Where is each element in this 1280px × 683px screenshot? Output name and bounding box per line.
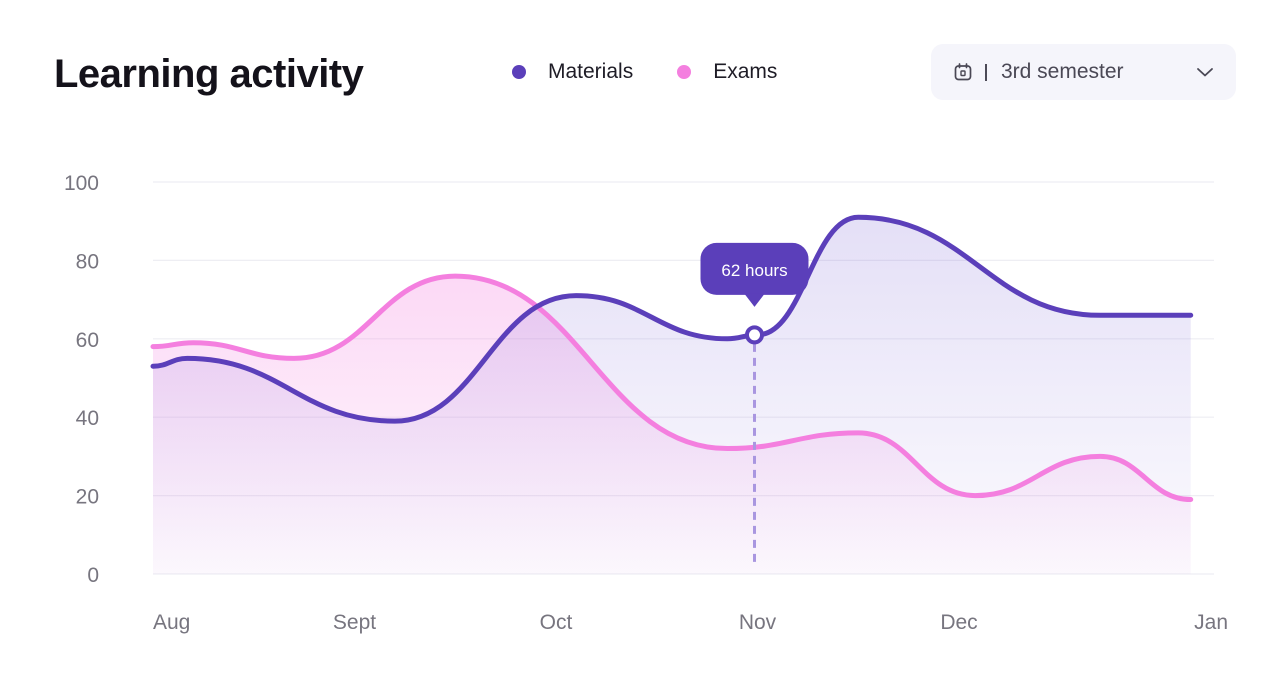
y-tick-label: 20	[76, 486, 99, 509]
x-tick-label: Aug	[153, 611, 190, 634]
y-tick-label: 100	[64, 172, 99, 195]
y-tick-label: 60	[76, 329, 99, 352]
y-tick-label: 40	[76, 407, 99, 430]
area-layer	[153, 217, 1191, 574]
y-tick-label: 0	[87, 564, 99, 587]
x-tick-label: Nov	[739, 611, 777, 634]
x-tick-label: Jan	[1194, 611, 1228, 634]
y-tick-label: 80	[76, 250, 99, 273]
line-chart: 62 hours 0 20 40 60 80 100 Aug Sept Oct Nov Dec Jan	[64, 172, 1228, 634]
hover-point	[745, 325, 764, 345]
tooltip-label: 62 hours	[721, 261, 787, 280]
x-tick-label: Sept	[333, 611, 376, 634]
x-tick-label: Oct	[540, 611, 573, 634]
tooltip-pointer	[744, 293, 765, 307]
x-tick-label: Dec	[940, 611, 977, 634]
